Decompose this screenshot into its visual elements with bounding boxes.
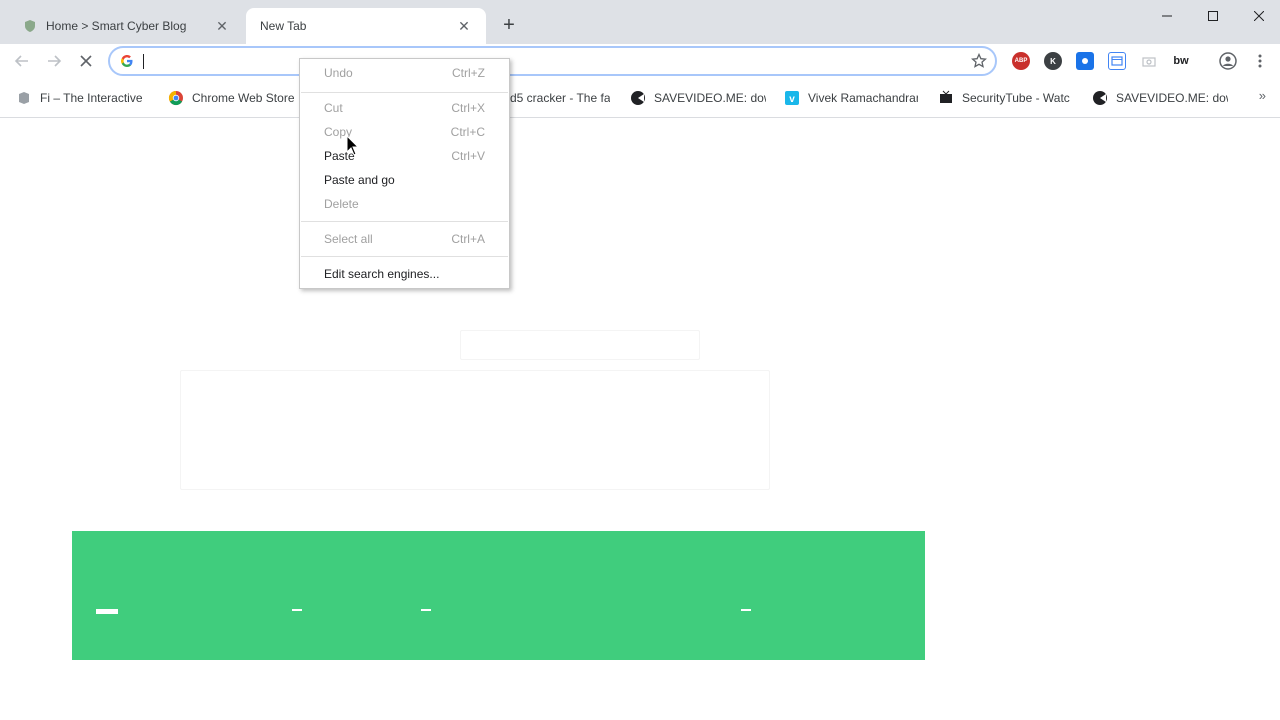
minimize-icon xyxy=(1162,15,1172,17)
menu-separator xyxy=(301,221,508,222)
menu-item-edit-search-engines[interactable]: Edit search engines... xyxy=(300,262,509,286)
maximize-icon xyxy=(1208,11,1218,21)
omnibox-context-menu: Undo Ctrl+Z Cut Ctrl+X Copy Ctrl+C Paste Ctr… xyxy=(299,58,510,289)
close-window-button[interactable] xyxy=(1236,0,1280,32)
mouse-pointer-icon xyxy=(346,134,360,157)
pushbullet-icon[interactable] xyxy=(1076,52,1094,70)
tab-smart-cyber-blog[interactable]: Home > Smart Cyber Blog ✕ xyxy=(8,8,244,44)
minimize-button[interactable] xyxy=(1144,0,1190,32)
bookmark-item[interactable]: Fi – The Interactive F xyxy=(16,88,146,108)
bookmark-item[interactable]: d5 cracker - The fa xyxy=(510,88,610,108)
banner-dash xyxy=(421,609,431,611)
menu-item-cut[interactable]: Cut Ctrl+X xyxy=(300,96,509,120)
abp-icon[interactable]: ABP xyxy=(1012,52,1030,70)
menu-item-delete[interactable]: Delete xyxy=(300,192,509,216)
bookmark-item[interactable]: SecurityTube - Watc xyxy=(938,88,1072,108)
omnibox[interactable] xyxy=(108,46,997,76)
bookmark-item[interactable]: v Vivek Ramachandran xyxy=(784,88,918,108)
shield-favicon-icon xyxy=(22,18,38,34)
tv-icon xyxy=(938,90,954,106)
menu-separator xyxy=(301,92,508,93)
text-caret xyxy=(143,54,144,69)
account-icon xyxy=(1219,52,1237,70)
bookmark-item[interactable]: Chrome Web Store - xyxy=(168,88,296,108)
page-placeholder xyxy=(460,330,700,360)
stop-loading-button[interactable] xyxy=(74,49,98,73)
camera-extension-icon[interactable] xyxy=(1140,52,1158,70)
green-banner xyxy=(72,531,925,660)
banner-dash xyxy=(96,609,118,614)
vimeo-icon: v xyxy=(784,90,800,106)
back-button[interactable] xyxy=(10,49,34,73)
savevideo-icon xyxy=(1092,90,1108,106)
fi-icon xyxy=(16,90,32,106)
menu-item-paste-and-go[interactable]: Paste and go xyxy=(300,168,509,192)
stop-x-icon xyxy=(80,55,92,67)
kebab-menu-icon xyxy=(1258,54,1262,68)
banner-dash xyxy=(741,609,751,611)
bookmark-item[interactable]: SAVEVIDEO.ME: dow xyxy=(1092,88,1228,108)
new-tab-button[interactable]: + xyxy=(498,14,520,36)
k-extension-icon[interactable]: K xyxy=(1044,52,1062,70)
profile-button[interactable] xyxy=(1216,49,1240,73)
address-input[interactable] xyxy=(142,51,962,71)
tab-close-icon[interactable]: ✕ xyxy=(214,18,230,34)
svg-text:v: v xyxy=(789,94,795,105)
window-extension-icon[interactable] xyxy=(1108,52,1126,70)
tab-close-icon[interactable]: ✕ xyxy=(456,18,472,34)
tab-strip: Home > Smart Cyber Blog ✕ New Tab ✕ + xyxy=(0,0,1280,44)
page-placeholder xyxy=(180,370,770,490)
browser-toolbar: ABP K bw xyxy=(0,44,1280,78)
tab-new-tab[interactable]: New Tab ✕ xyxy=(246,8,486,44)
savevideo-icon xyxy=(630,90,646,106)
close-icon xyxy=(1254,11,1264,21)
menu-separator xyxy=(301,256,508,257)
bookmark-item[interactable]: SAVEVIDEO.ME: dow xyxy=(630,88,766,108)
menu-item-select-all[interactable]: Select all Ctrl+A xyxy=(300,227,509,251)
menu-item-undo[interactable]: Undo Ctrl+Z xyxy=(300,61,509,85)
chrome-menu-button[interactable] xyxy=(1248,49,1272,73)
chrome-icon xyxy=(168,90,184,106)
google-g-icon xyxy=(120,54,134,68)
menu-item-copy[interactable]: Copy Ctrl+C xyxy=(300,120,509,144)
maximize-button[interactable] xyxy=(1190,0,1236,32)
bookmark-star-icon[interactable] xyxy=(971,52,987,69)
back-arrow-icon xyxy=(14,55,28,67)
bookmarks-overflow-icon[interactable]: » xyxy=(1259,88,1266,103)
bookmarks-bar: Fi – The Interactive F Chrome Web Store … xyxy=(0,78,1280,118)
menu-item-paste[interactable]: Paste Ctrl+V xyxy=(300,144,509,168)
bw-extension-icon[interactable]: bw xyxy=(1170,52,1192,70)
tab-title: Home > Smart Cyber Blog xyxy=(46,19,187,33)
banner-dash xyxy=(292,609,302,611)
forward-arrow-icon xyxy=(48,55,62,67)
forward-button[interactable] xyxy=(42,49,66,73)
tab-title: New Tab xyxy=(260,19,307,33)
